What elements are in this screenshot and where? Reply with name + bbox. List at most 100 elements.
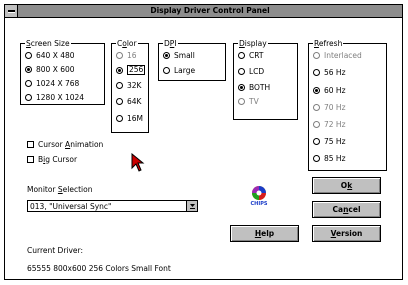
screen-size-800[interactable]: 800 X 600: [25, 64, 75, 74]
option-label: TV: [249, 96, 259, 106]
option-label: 16M: [127, 113, 144, 123]
radio-icon: [313, 120, 320, 128]
window-title: Display Driver Control Panel: [150, 6, 270, 15]
radio-icon: [238, 97, 245, 105]
dpi-large[interactable]: Large: [163, 65, 195, 75]
option-label: BOTH: [249, 82, 271, 92]
dpi-small[interactable]: Small: [163, 50, 195, 60]
chips-logo-text: CHIPS: [250, 201, 268, 207]
mouse-pointer-icon: [131, 153, 145, 172]
version-button[interactable]: Version: [312, 225, 381, 242]
option-label: 64K: [127, 96, 142, 106]
option-label: CRT: [249, 50, 264, 60]
radio-icon: [313, 68, 320, 76]
monitor-selection-value: 013, "Universal Sync": [30, 202, 112, 211]
radio-selected-icon: [116, 66, 123, 74]
display-lcd[interactable]: LCD: [238, 66, 264, 76]
display-tv[interactable]: TV: [238, 96, 259, 106]
chips-logo-icon: [252, 186, 266, 200]
dpi-label: DPI: [163, 39, 178, 48]
option-label: 56 Hz: [324, 67, 346, 77]
option-label: 1280 X 1024: [36, 92, 85, 102]
color-256[interactable]: 256: [116, 65, 146, 75]
checkbox-icon: [27, 140, 34, 148]
option-label: 800 X 600: [36, 64, 75, 74]
refresh-60hz[interactable]: 60 Hz: [313, 85, 346, 95]
screen-size-640[interactable]: 640 X 480: [25, 50, 75, 60]
system-menu-icon: [8, 10, 15, 12]
radio-icon: [238, 51, 245, 59]
help-button[interactable]: Help: [230, 225, 299, 242]
cursor-animation-checkbox[interactable]: Cursor Animation: [27, 139, 103, 149]
cancel-button[interactable]: Cancel: [312, 201, 381, 218]
color-label: Color: [116, 39, 138, 48]
ok-button[interactable]: Ok: [312, 177, 381, 194]
chips-logo: CHIPS: [246, 185, 272, 209]
screen-size-1280[interactable]: 1280 X 1024: [25, 92, 84, 102]
option-label: 85 Hz: [324, 153, 346, 163]
refresh-56hz[interactable]: 56 Hz: [313, 67, 346, 77]
option-label: 75 Hz: [324, 136, 346, 146]
radio-selected-icon: [163, 51, 170, 59]
radio-icon: [25, 93, 32, 101]
refresh-72hz[interactable]: 72 Hz: [313, 119, 346, 129]
display-group: Display CRT LCD BOTH TV: [233, 39, 298, 120]
option-label: LCD: [249, 66, 265, 76]
color-16[interactable]: 16: [116, 50, 137, 60]
option-label: 32K: [127, 80, 142, 90]
color-64k[interactable]: 64K: [116, 96, 141, 106]
refresh-group: Refresh Interlaced 56 Hz 60 Hz 70 Hz 72 …: [308, 39, 387, 171]
option-label: Small: [174, 50, 195, 60]
color-16m[interactable]: 16M: [116, 113, 143, 123]
radio-selected-icon: [25, 65, 32, 73]
current-driver-value: 65555 800x600 256 Colors Small Font: [27, 264, 171, 273]
radio-icon: [238, 67, 245, 75]
title-bar: Display Driver Control Panel: [5, 5, 402, 18]
radio-selected-icon: [313, 86, 320, 94]
refresh-70hz[interactable]: 70 Hz: [313, 102, 346, 112]
control-panel-window: Display Driver Control Panel Screen Size…: [4, 4, 403, 280]
refresh-interlaced[interactable]: Interlaced: [313, 50, 362, 60]
color-group: Color 16 256 32K 64K 16M: [111, 39, 149, 133]
option-label: Interlaced: [324, 50, 362, 60]
screen-size-label: Screen Size: [25, 39, 71, 48]
monitor-selection-label: Monitor Selection: [27, 185, 93, 194]
radio-icon: [25, 51, 32, 59]
system-menu-button[interactable]: [5, 5, 18, 17]
current-driver-label: Current Driver:: [27, 246, 84, 255]
chevron-down-icon: [189, 204, 195, 209]
screen-size-group: Screen Size 640 X 480 800 X 600 1024 X 7…: [20, 39, 105, 105]
radio-icon: [116, 51, 123, 59]
radio-icon: [313, 137, 320, 145]
radio-selected-icon: [238, 83, 245, 91]
radio-icon: [25, 79, 32, 87]
radio-icon: [313, 103, 320, 111]
refresh-85hz[interactable]: 85 Hz: [313, 153, 346, 163]
radio-icon: [116, 97, 123, 105]
color-32k[interactable]: 32K: [116, 80, 141, 90]
radio-icon: [116, 114, 123, 122]
option-label: 72 Hz: [324, 119, 346, 129]
option-label: 1024 X 768: [36, 78, 80, 88]
cursor-animation-label: Cursor Animation: [38, 139, 104, 149]
option-label: 256: [127, 65, 146, 75]
big-cursor-checkbox[interactable]: Big Cursor: [27, 154, 77, 164]
display-both[interactable]: BOTH: [238, 82, 270, 92]
option-label: 16: [127, 50, 137, 60]
dropdown-arrow-button[interactable]: [186, 201, 197, 211]
checkbox-icon: [27, 155, 34, 163]
display-crt[interactable]: CRT: [238, 50, 263, 60]
monitor-selection-dropdown[interactable]: 013, "Universal Sync": [27, 200, 198, 212]
refresh-75hz[interactable]: 75 Hz: [313, 136, 346, 146]
radio-icon: [313, 51, 320, 59]
dpi-group: DPI Small Large: [158, 39, 226, 81]
big-cursor-label: Big Cursor: [38, 154, 78, 164]
option-label: Large: [174, 65, 196, 75]
refresh-label: Refresh: [313, 39, 344, 48]
screen-size-1024[interactable]: 1024 X 768: [25, 78, 79, 88]
option-label: 70 Hz: [324, 102, 346, 112]
radio-icon: [163, 66, 170, 74]
option-label: 60 Hz: [324, 85, 346, 95]
option-label: 640 X 480: [36, 50, 75, 60]
radio-icon: [116, 81, 123, 89]
